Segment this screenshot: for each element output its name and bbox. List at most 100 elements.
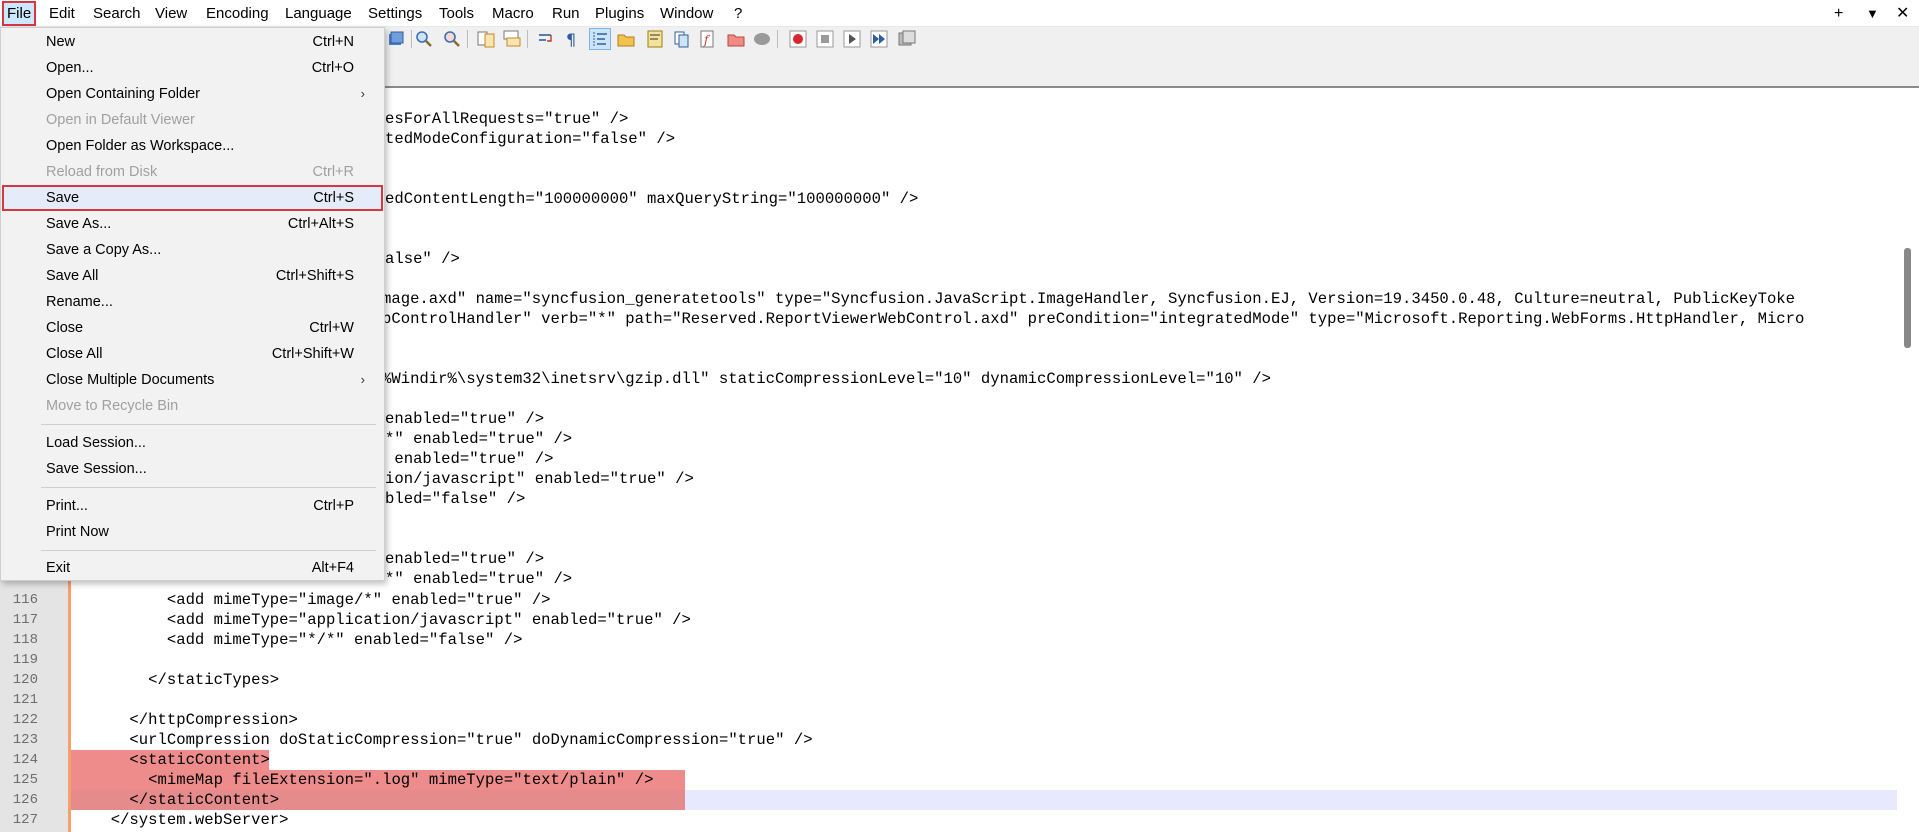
stop-recording-icon[interactable] bbox=[815, 29, 835, 49]
show-all-characters-icon[interactable]: ¶ bbox=[562, 29, 582, 49]
chevron-right-icon: › bbox=[360, 86, 365, 101]
close-tab-button[interactable]: ✕ bbox=[1896, 3, 1909, 24]
chevron-right-icon: › bbox=[360, 372, 365, 387]
menu-plugins[interactable]: Plugins bbox=[592, 3, 647, 24]
code-fragment: edContentLength="100000000" maxQueryStri… bbox=[385, 190, 919, 208]
menu-search[interactable]: Search bbox=[90, 3, 144, 24]
menu-item-new[interactable]: New Ctrl+N bbox=[2, 29, 383, 55]
sync-horizontal-icon[interactable] bbox=[502, 29, 522, 49]
code-line: 116 <add mimeType="image/*" enabled="tru… bbox=[0, 590, 1897, 610]
code-fragment: *" enabled="true" /> bbox=[385, 570, 573, 588]
menu-file[interactable]: File bbox=[2, 1, 37, 26]
code-line: 127 </system.webServer> bbox=[0, 810, 1897, 830]
line-number: 123 bbox=[12, 732, 38, 748]
code-fragment: esForAllRequests="true" /> bbox=[385, 110, 629, 128]
run-multiple-times-icon[interactable] bbox=[869, 29, 889, 49]
menu-item-close-all[interactable]: Close All Ctrl+Shift+W bbox=[2, 341, 383, 367]
line-text: <mimeMap fileExtension=".log" mimeType="… bbox=[92, 771, 654, 789]
code-fragment: alse" /> bbox=[385, 250, 460, 268]
word-wrap-icon[interactable] bbox=[536, 29, 556, 49]
line-number: 122 bbox=[12, 712, 38, 728]
code-fragment: mage.axd" name="syncfusion_generatetools… bbox=[382, 290, 1796, 308]
folder-as-workspace-icon[interactable] bbox=[616, 29, 636, 49]
code-line: 118 <add mimeType="*/*" enabled="false" … bbox=[0, 630, 1897, 650]
line-text: </system.webServer> bbox=[92, 811, 289, 829]
line-text: <urlCompression doStaticCompression="tru… bbox=[92, 731, 813, 749]
menu-run[interactable]: Run bbox=[549, 3, 583, 24]
menu-item-exit[interactable]: Exit Alt+F4 bbox=[2, 555, 383, 581]
code-line: 120 </staticTypes> bbox=[0, 670, 1897, 690]
playback-icon[interactable] bbox=[842, 29, 862, 49]
document-list-icon[interactable] bbox=[672, 29, 692, 49]
code-fragment: enabled="true" /> bbox=[385, 450, 554, 468]
menu-item-save-a-copy-as[interactable]: Save a Copy As... bbox=[2, 237, 383, 263]
sync-vertical-icon[interactable] bbox=[476, 29, 496, 49]
line-text: <add mimeType="image/*" enabled="true" /… bbox=[92, 591, 551, 609]
menu-item-save-all[interactable]: Save All Ctrl+Shift+S bbox=[2, 263, 383, 289]
function-list-icon[interactable]: f bbox=[698, 29, 718, 49]
menu-help[interactable]: ? bbox=[731, 3, 745, 24]
menu-item-open[interactable]: Open... Ctrl+O bbox=[2, 55, 383, 81]
line-number: 127 bbox=[12, 812, 38, 828]
line-text: <staticContent> bbox=[92, 751, 270, 769]
menu-item-save[interactable]: Save Ctrl+S bbox=[2, 185, 383, 211]
code-fragment: ion/javascript" enabled="true" /> bbox=[385, 470, 694, 488]
new-tab-button[interactable]: + bbox=[1834, 3, 1843, 24]
menu-item-load-session[interactable]: Load Session... bbox=[2, 430, 383, 456]
file-menu-dropdown: New Ctrl+N Open... Ctrl+O Open Containing … bbox=[0, 27, 385, 581]
vertical-scrollbar-thumb[interactable] bbox=[1904, 248, 1911, 348]
menu-item-rename[interactable]: Rename... bbox=[2, 289, 383, 315]
menu-encoding[interactable]: Encoding bbox=[203, 3, 272, 24]
code-fragment: enabled="true" /> bbox=[385, 410, 545, 428]
tab-list-button[interactable]: ▼ bbox=[1866, 3, 1879, 24]
document-map-icon[interactable] bbox=[645, 29, 665, 49]
menu-item-open-folder-as-workspace[interactable]: Open Folder as Workspace... bbox=[2, 133, 383, 159]
menu-item-save-session[interactable]: Save Session... bbox=[2, 456, 383, 482]
menu-language[interactable]: Language bbox=[282, 3, 355, 24]
folder-icon[interactable] bbox=[726, 29, 746, 49]
menu-macro[interactable]: Macro bbox=[489, 3, 537, 24]
save-all-icon[interactable] bbox=[386, 29, 406, 49]
line-number: 121 bbox=[12, 692, 38, 708]
zoom-in-icon[interactable] bbox=[414, 29, 434, 49]
vertical-scrollbar[interactable] bbox=[1897, 88, 1919, 832]
line-number: 118 bbox=[12, 632, 38, 648]
menu-edit[interactable]: Edit bbox=[46, 3, 78, 24]
svg-text:¶: ¶ bbox=[566, 30, 576, 49]
menu-window[interactable]: Window bbox=[657, 3, 716, 24]
line-number: 125 bbox=[12, 772, 38, 788]
line-number: 120 bbox=[12, 672, 38, 688]
menu-item-move-to-recycle-bin: Move to Recycle Bin bbox=[46, 398, 179, 414]
line-text: <add mimeType="*/*" enabled="false" /> bbox=[92, 631, 523, 649]
line-number: 119 bbox=[12, 652, 38, 668]
line-number: 117 bbox=[12, 612, 38, 628]
code-line: 121 bbox=[0, 690, 1897, 710]
menu-separator bbox=[41, 550, 376, 551]
menu-bar: File Edit Search View Encoding Language … bbox=[0, 0, 1919, 27]
menu-item-print[interactable]: Print... Ctrl+P bbox=[2, 493, 383, 519]
save-macro-icon[interactable] bbox=[897, 29, 917, 49]
menu-item-open-containing-folder[interactable]: Open Containing Folder › bbox=[2, 81, 383, 107]
menu-tools[interactable]: Tools bbox=[436, 3, 477, 24]
menu-settings[interactable]: Settings bbox=[365, 3, 425, 24]
code-fragment: enabled="true" /> bbox=[385, 550, 545, 568]
menu-item-close[interactable]: Close Ctrl+W bbox=[2, 315, 383, 341]
code-fragment: bled="false" /> bbox=[385, 490, 526, 508]
code-line: 124 <staticContent> bbox=[0, 750, 1897, 770]
line-number: 126 bbox=[12, 792, 38, 808]
menu-item-print-now[interactable]: Print Now bbox=[2, 519, 383, 545]
indent-guide-icon[interactable] bbox=[589, 28, 611, 50]
menu-item-save-as[interactable]: Save As... Ctrl+Alt+S bbox=[2, 211, 383, 237]
menu-separator bbox=[41, 487, 376, 488]
code-fragment: bControlHandler" verb="*" path="Reserved… bbox=[382, 310, 1805, 328]
menu-item-open-in-default-viewer: Open in Default Viewer bbox=[46, 112, 195, 128]
menu-item-close-multiple-documents[interactable]: Close Multiple Documents › bbox=[2, 367, 383, 393]
code-line: 119 bbox=[0, 650, 1897, 670]
line-text: </staticContent> bbox=[92, 791, 280, 809]
monitoring-icon[interactable] bbox=[752, 29, 772, 49]
zoom-out-icon[interactable] bbox=[442, 29, 462, 49]
menu-view[interactable]: View bbox=[152, 3, 190, 24]
code-line: 126 </staticContent> bbox=[0, 790, 1897, 810]
record-macro-icon[interactable] bbox=[788, 29, 808, 49]
menu-separator bbox=[41, 424, 376, 425]
